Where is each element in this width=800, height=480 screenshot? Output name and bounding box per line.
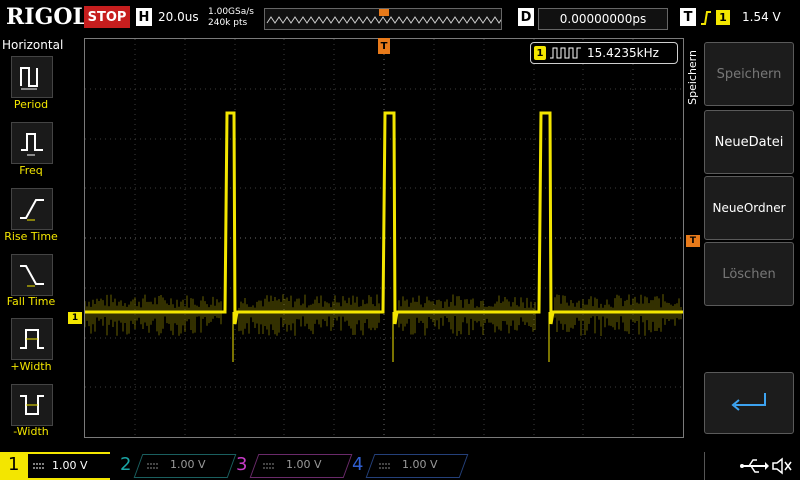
- rise-time-button[interactable]: [11, 188, 53, 230]
- channel4-scale: 1.00 V: [402, 458, 438, 471]
- usb-icon: [740, 459, 769, 473]
- loeschen-button[interactable]: Löschen: [704, 242, 794, 306]
- channel1-scale-box: 1.00 V: [28, 454, 110, 478]
- channel3-tab[interactable]: 3 1.00 V: [232, 454, 353, 478]
- period-icon: [20, 67, 38, 90]
- speichern-button[interactable]: Speichern: [704, 42, 794, 106]
- channel2-tab[interactable]: 2 1.00 V: [116, 454, 237, 478]
- channel4-tab[interactable]: 4 1.00 V: [348, 454, 469, 478]
- fall-time-icon: [20, 265, 44, 287]
- channel3-number: 3: [236, 454, 248, 475]
- channel1-offset-marker[interactable]: 1: [68, 312, 82, 324]
- measurement-value: 15.4235kHz: [587, 46, 659, 60]
- channel1-tab[interactable]: 1 1.00 V: [0, 452, 110, 480]
- rise-time-icon: [20, 199, 44, 221]
- freq-label: Freq: [19, 164, 43, 177]
- return-button[interactable]: [704, 372, 794, 434]
- horizontal-tag: H: [136, 8, 152, 26]
- channel1-scale: 1.00 V: [52, 459, 88, 472]
- fall-time-label: Fall Time: [6, 295, 56, 308]
- trigger-position-marker[interactable]: T: [378, 38, 390, 54]
- channel3-scale: 1.00 V: [286, 458, 322, 471]
- frequency-measurement[interactable]: 1 15.4235kHz: [530, 42, 678, 64]
- speaker-mute-icon[interactable]: [771, 456, 793, 476]
- measurement-channel-badge: 1: [534, 46, 546, 60]
- trigger-level-value[interactable]: 1.54 V: [742, 10, 781, 24]
- pos-width-icon: [20, 329, 44, 349]
- waveform-grid: [85, 39, 683, 437]
- rising-edge-icon: [700, 9, 712, 27]
- memory-depth: 240k pts: [208, 18, 248, 28]
- neg-width-button[interactable]: [11, 384, 53, 426]
- channel4-coupling-icon: [379, 463, 391, 469]
- channel1-number: 1: [8, 454, 20, 475]
- top-status-bar: RIGOL STOP H 20.0us 1.00GSa/s 240k pts D…: [0, 0, 800, 36]
- sample-rate: 1.00GSa/s: [208, 7, 254, 17]
- overview-wave-icon: [266, 9, 508, 24]
- return-arrow-icon: [731, 393, 766, 411]
- menu-title: Speichern: [686, 50, 699, 105]
- channel2-scale: 1.00 V: [170, 458, 206, 471]
- pos-width-label: +Width: [10, 360, 52, 373]
- waveform-display[interactable]: [84, 38, 684, 438]
- fall-time-button[interactable]: [11, 254, 53, 296]
- channel2-number: 2: [120, 454, 132, 475]
- system-icons: [704, 452, 800, 480]
- pos-width-button[interactable]: [11, 318, 53, 360]
- channel1-trace: [85, 111, 683, 325]
- delay-value[interactable]: 0.00000000ps: [538, 8, 668, 30]
- period-label: Period: [13, 98, 49, 111]
- neue-ordner-button[interactable]: NeueOrdner: [704, 176, 794, 240]
- rigol-logo: RIGOL: [6, 4, 88, 30]
- neue-datei-button[interactable]: NeueDatei: [704, 110, 794, 174]
- delay-tag: D: [518, 8, 534, 26]
- neg-width-icon: [20, 395, 44, 415]
- measure-panel-title: Horizontal: [2, 38, 64, 52]
- trigger-source-badge: 1: [716, 10, 730, 25]
- period-button[interactable]: [11, 56, 53, 98]
- timebase-value[interactable]: 20.0us: [158, 10, 199, 24]
- freq-icon: [21, 133, 43, 156]
- square-wave-icon: [550, 47, 581, 59]
- trigger-level-marker[interactable]: T: [686, 235, 700, 247]
- run-stop-status[interactable]: STOP: [84, 6, 130, 28]
- waveform-overview[interactable]: [264, 8, 508, 30]
- rise-time-label: Rise Time: [4, 230, 58, 243]
- channel4-number: 4: [352, 454, 364, 475]
- channel3-coupling-icon: [263, 463, 275, 469]
- freq-button[interactable]: [11, 122, 53, 164]
- trigger-tag: T: [680, 8, 696, 26]
- channel2-coupling-icon: [147, 463, 159, 469]
- dc-coupling-icon: [33, 463, 45, 469]
- neg-width-label: -Width: [13, 425, 49, 438]
